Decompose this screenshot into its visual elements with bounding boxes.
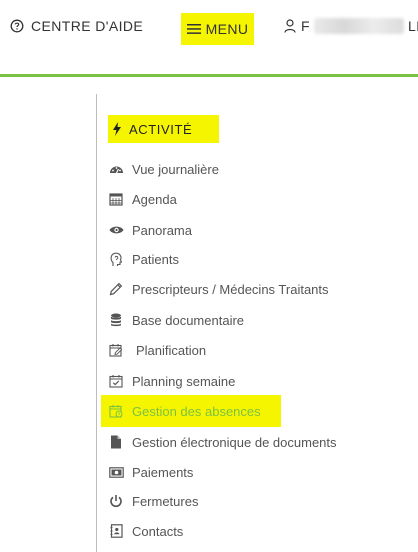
bolt-icon xyxy=(112,122,122,136)
user-name-start: F xyxy=(301,18,310,34)
menu-item-paiements[interactable]: Paiements xyxy=(108,461,193,483)
money-icon xyxy=(108,464,124,480)
menu-button[interactable]: MENU xyxy=(181,13,254,45)
calendar-check-icon xyxy=(108,373,124,389)
user-icon xyxy=(284,19,296,33)
top-navigation-bar: CENTRE D'AIDE MENU F LI xyxy=(0,0,418,74)
power-icon xyxy=(108,493,124,509)
menu-item-label: Agenda xyxy=(132,191,177,207)
menu-item-label: Base documentaire xyxy=(132,312,245,328)
head-profile-icon xyxy=(108,251,124,267)
pencil-icon xyxy=(108,281,124,297)
menu-item-label: Patients xyxy=(132,251,179,267)
menu-item-base-documentaire[interactable]: Base documentaire xyxy=(108,309,244,331)
user-name-redacted xyxy=(313,18,404,34)
section-activite: ACTIVITÉ xyxy=(108,115,219,143)
menu-item-planification[interactable]: Planification xyxy=(108,339,206,361)
menu-item-label: Gestion des absences xyxy=(132,403,261,419)
calendar-edit-icon xyxy=(108,342,124,358)
menu-item-fermetures[interactable]: Fermetures xyxy=(108,490,198,512)
hamburger-icon xyxy=(186,23,201,35)
header-divider xyxy=(0,74,418,77)
user-account-link[interactable]: F LI xyxy=(284,18,418,34)
menu-item-panorama[interactable]: Panorama xyxy=(108,219,192,241)
section-title: ACTIVITÉ xyxy=(129,121,193,137)
menu-item-label: Vue journalière xyxy=(132,161,219,177)
menu-item-label: Planification xyxy=(136,342,207,358)
database-icon xyxy=(108,312,124,328)
calendar-clock-icon xyxy=(108,403,124,419)
menu-item-label: Fermetures xyxy=(132,493,199,509)
menu-item-planning-semaine[interactable]: Planning semaine xyxy=(108,370,235,392)
calendar-grid-icon xyxy=(108,191,124,207)
menu-item-vue-journaliere[interactable]: Vue journalière xyxy=(108,158,219,180)
dashboard-icon xyxy=(108,161,124,177)
menu-item-ged[interactable]: Gestion électronique de documents xyxy=(108,431,337,453)
menu-item-gestion-absences[interactable]: Gestion des absences xyxy=(101,395,281,427)
contact-book-icon xyxy=(108,523,124,539)
help-center-label: CENTRE D'AIDE xyxy=(31,18,144,34)
menu-item-label: Panorama xyxy=(132,222,192,238)
eye-icon xyxy=(108,222,124,238)
user-name-end: LI xyxy=(407,18,418,34)
menu-vertical-divider xyxy=(96,94,97,552)
help-center-link[interactable]: CENTRE D'AIDE xyxy=(10,18,143,34)
menu-item-label: Prescripteurs / Médecins Traitants xyxy=(132,281,329,297)
menu-item-label: Paiements xyxy=(132,464,194,480)
menu-item-patients[interactable]: Patients xyxy=(108,248,179,270)
menu-item-agenda[interactable]: Agenda xyxy=(108,188,177,210)
menu-item-label: Gestion électronique de documents xyxy=(132,434,337,450)
menu-item-label: Contacts xyxy=(132,523,184,539)
menu-label: MENU xyxy=(205,21,249,37)
menu-item-label: Planning semaine xyxy=(132,373,236,389)
menu-item-prescripteurs[interactable]: Prescripteurs / Médecins Traitants xyxy=(108,278,329,300)
question-circle-icon xyxy=(10,19,24,33)
menu-item-contacts[interactable]: Contacts xyxy=(108,520,183,542)
file-icon xyxy=(108,434,124,450)
